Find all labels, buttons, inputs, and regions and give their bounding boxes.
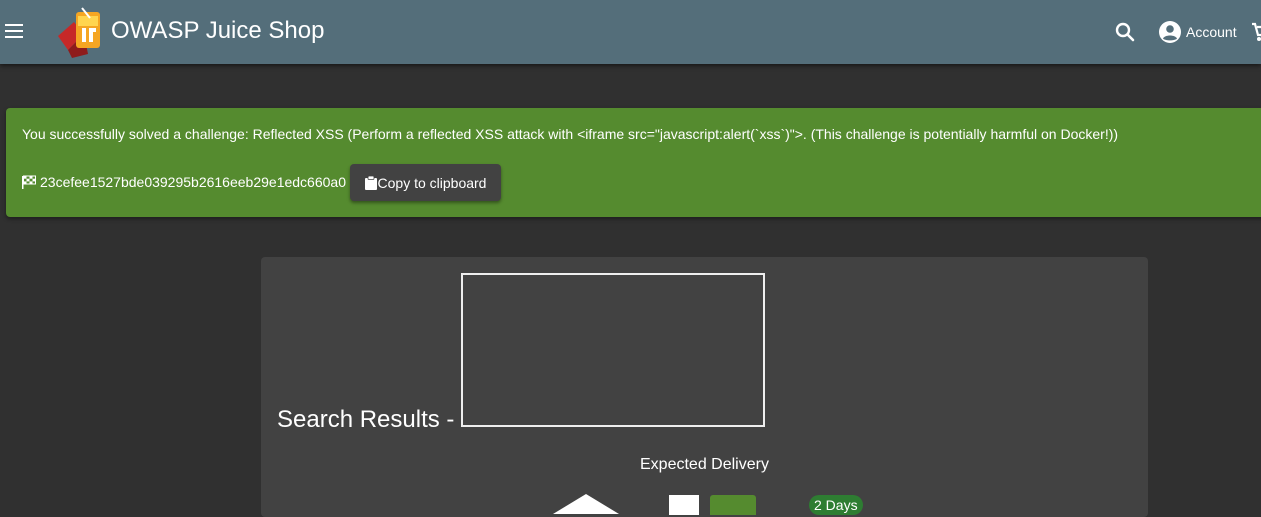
search-icon bbox=[1115, 22, 1135, 42]
menu-button[interactable] bbox=[2, 16, 28, 48]
delivery-status-icon bbox=[710, 495, 756, 515]
delivery-days-badge: 2 Days bbox=[809, 495, 863, 515]
challenge-solved-message: You successfully solved a challenge: Ref… bbox=[22, 126, 1119, 142]
injected-iframe[interactable] bbox=[461, 273, 765, 427]
basket-button[interactable] bbox=[1250, 20, 1261, 44]
search-results-card: Search Results - Expected Delivery 2 Day… bbox=[261, 257, 1148, 517]
flag-code-row: 23cefee1527bde039295b2616eeb29e1edc660a0 bbox=[22, 174, 346, 190]
copy-to-clipboard-button[interactable]: Copy to clipboard bbox=[350, 164, 501, 201]
challenge-solved-banner: You successfully solved a challenge: Ref… bbox=[6, 108, 1261, 217]
delivery-box-icon bbox=[669, 495, 699, 515]
flag-code: 23cefee1527bde039295b2616eeb29e1edc660a0 bbox=[40, 174, 346, 190]
menu-icon bbox=[5, 24, 23, 38]
search-button[interactable] bbox=[1113, 20, 1137, 44]
account-circle-icon bbox=[1159, 21, 1181, 43]
account-label: Account bbox=[1186, 24, 1237, 40]
account-button[interactable]: Account bbox=[1158, 20, 1237, 44]
clipboard-icon bbox=[364, 175, 377, 190]
expected-delivery-label: Expected Delivery bbox=[640, 456, 769, 473]
search-results-title: Search Results - bbox=[277, 406, 455, 433]
top-toolbar: OWASP Juice Shop Account bbox=[0, 0, 1261, 64]
delivery-truck-icon bbox=[553, 494, 619, 514]
copy-to-clipboard-label: Copy to clipboard bbox=[377, 174, 487, 191]
juice-shop-logo[interactable] bbox=[54, 6, 104, 58]
app-title[interactable]: OWASP Juice Shop bbox=[111, 17, 324, 45]
shopping-cart-icon bbox=[1252, 22, 1261, 41]
checkered-flag-icon bbox=[22, 175, 36, 189]
